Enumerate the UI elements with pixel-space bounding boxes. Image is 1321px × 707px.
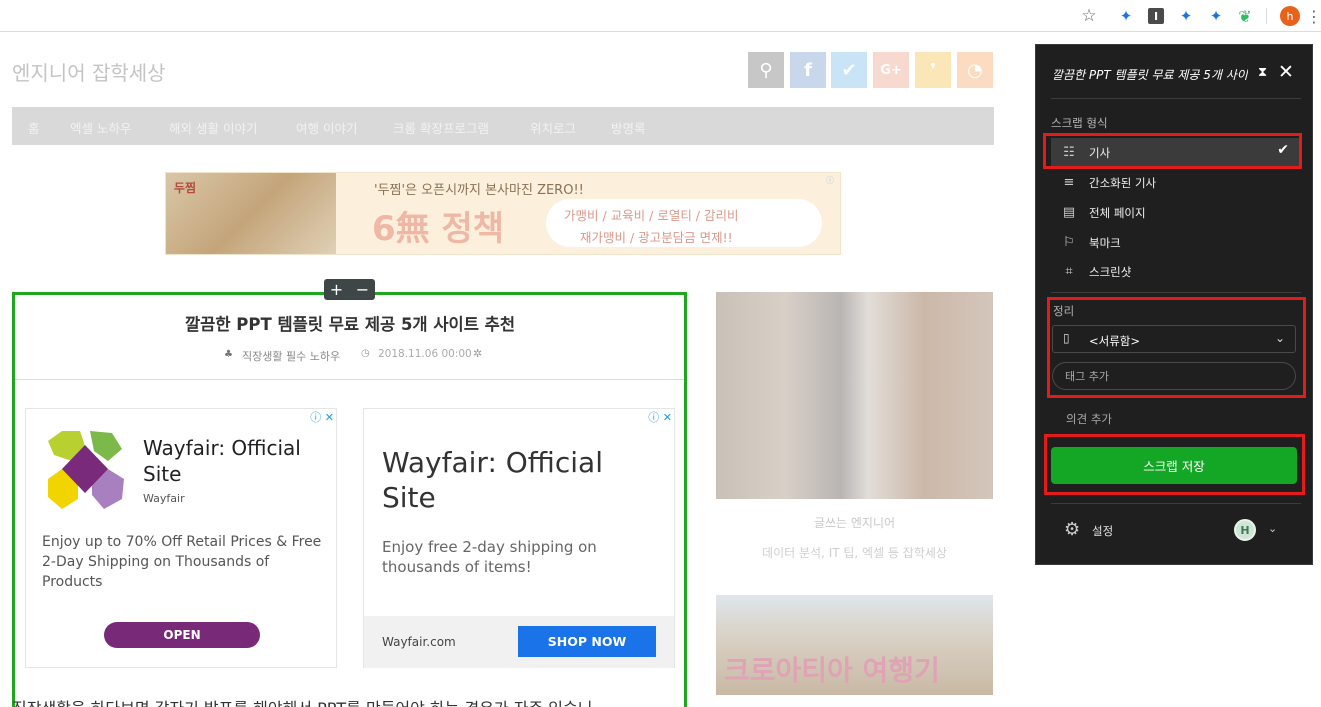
wayfair-ad-right[interactable]: ⓘ ✕ Wayfair: Official Site Enjoy free 2-… — [363, 408, 675, 668]
hourglass-icon: ⧗ — [1258, 65, 1268, 80]
ad-right-title[interactable]: Wayfair: Official Site — [382, 445, 652, 515]
post-category[interactable]: 직장생활 필수 노하우 — [242, 348, 340, 364]
menu-kebab-icon[interactable]: ⋮ — [1305, 7, 1321, 26]
browser-toolbar: ☆ ✦ I ✦ ✦ ❦ h ⋮ — [0, 0, 1321, 32]
highlight-organize-section — [1047, 297, 1306, 398]
post-date: 2018.11.06 00:00 — [378, 348, 472, 360]
rss-icon[interactable]: ◔ — [957, 52, 993, 88]
twitter-icon[interactable]: ✔ — [831, 52, 867, 88]
evernote-extension-icon[interactable]: ❦ — [1236, 7, 1254, 26]
ad-open-button[interactable]: OPEN — [104, 622, 260, 648]
blog-title[interactable]: 엔지니어 잡학세상 — [12, 57, 166, 86]
gear-icon[interactable]: ✲ — [473, 347, 482, 360]
shop-now-button[interactable]: SHOP NOW — [518, 626, 656, 657]
sidebar-description: 데이터 분석, IT 팁, 엑셀 등 잡학세상 — [762, 546, 947, 560]
close-icon[interactable]: ✕ — [1278, 61, 1294, 83]
category-icon: ♣ — [224, 349, 233, 360]
format-label: 간소화된 기사 — [1089, 176, 1157, 190]
search-icon[interactable]: ⚲ — [748, 52, 784, 88]
full-page-icon: ▤ — [1062, 204, 1076, 220]
adchoices-icon[interactable]: ⓘ ✕ — [648, 409, 672, 425]
ad-left-title[interactable]: Wayfair: Official Site — [143, 435, 323, 487]
banner-headline: '두찜'은 오픈시까지 본사마진 ZERO!! — [374, 183, 584, 198]
sidebar-travel-title[interactable]: 크로아티아 여행기 — [724, 649, 940, 689]
banner-pill-line1: 가맹비 / 교육비 / 로열티 / 감리비 — [564, 208, 739, 223]
ad-right-url[interactable]: Wayfair.com — [382, 635, 456, 649]
banner-logo: 두찜 — [174, 181, 197, 195]
chevron-down-icon[interactable]: ⌄ — [1268, 522, 1277, 535]
google-plus-icon[interactable]: G+ — [873, 52, 909, 88]
extension-puzzle-icon[interactable]: ✦ — [1177, 7, 1195, 25]
bookmark-star-icon[interactable]: ☆ — [1080, 6, 1098, 26]
ad-left-brand: Wayfair — [143, 492, 185, 505]
nav-item-overseas-life[interactable]: 해외 생활 이야기 — [169, 118, 257, 137]
banner-ad[interactable]: 두찜 '두찜'은 오픈시까지 본사마진 ZERO!! 6無 정책 가맹비 / 교… — [165, 172, 841, 255]
post-body-text: 직장생활을 하다보면 갑자기 발표를 해야해서 PPT를 만들어야 하는 경우가… — [12, 695, 592, 707]
clip-zoom-control: + − — [324, 279, 375, 300]
blog-nav: 홈 엑셀 노하우 해외 생활 이야기 여행 이야기 크롬 확장프로그램 위치로그… — [12, 107, 994, 145]
sidebar-profile-photo — [716, 292, 993, 499]
format-label: 스크린샷 — [1089, 265, 1132, 279]
wayfair-logo-icon — [48, 431, 124, 509]
ad-info-icon[interactable]: ⓘ — [826, 175, 836, 185]
divider — [1051, 292, 1301, 293]
nav-item-travel[interactable]: 여행 이야기 — [296, 118, 357, 137]
format-option-simplified[interactable]: ≡ 간소화된 기사 — [1051, 168, 1299, 196]
ad-right-footer: Wayfair.com SHOP NOW — [364, 616, 674, 668]
browser-window: ☆ ✦ I ✦ ✦ ❦ h ⋮ 엔지니어 잡학세상 ⚲ f ✔ G+ ❜ ◔ 홈… — [0, 0, 1321, 707]
banner-big-text: 6無 정책 — [372, 209, 505, 249]
add-comment[interactable]: 의견 추가 — [1066, 411, 1112, 427]
nav-item-home[interactable]: 홈 — [28, 118, 40, 137]
adchoices-icon[interactable]: ⓘ ✕ — [310, 409, 334, 425]
profile-avatar[interactable]: h — [1280, 6, 1300, 26]
nav-item-guestbook[interactable]: 방명록 — [611, 118, 646, 137]
facebook-icon[interactable]: f — [790, 52, 826, 88]
zoom-in-button[interactable]: + — [324, 279, 349, 300]
ad-right-description: Enjoy free 2-day shipping on thousands o… — [382, 538, 597, 576]
format-option-screenshot[interactable]: ⌗ 스크린샷 — [1051, 257, 1299, 285]
format-option-bookmark[interactable]: ⚐ 북마크 — [1051, 228, 1299, 256]
toolbar-divider — [1266, 8, 1267, 24]
highlight-article-option — [1043, 133, 1302, 169]
ad-left-description: Enjoy up to 70% Off Retail Prices & Free… — [42, 534, 322, 590]
clip-format-label: 스크랩 형식 — [1051, 116, 1108, 130]
clock-icon: ◷ — [361, 348, 370, 359]
format-option-full-page[interactable]: ▤ 전체 페이지 — [1051, 198, 1299, 226]
settings-link[interactable]: 설정 — [1092, 523, 1113, 539]
post-title: 깔끔한 PPT 템플릿 무료 제공 5개 사이트 추천 — [184, 315, 515, 334]
kakao-icon[interactable]: ❜ — [915, 52, 951, 88]
bookmark-icon: ⚐ — [1063, 234, 1075, 250]
account-avatar[interactable]: H — [1234, 519, 1256, 541]
nav-item-location-log[interactable]: 위치로그 — [530, 118, 576, 137]
gear-icon[interactable]: ⚙ — [1064, 519, 1080, 540]
wayfair-ad-left[interactable]: ⓘ ✕ Wayfair: Official Site Wayfair Enjoy… — [25, 408, 337, 668]
extension-i-icon[interactable]: I — [1148, 8, 1164, 24]
clip-title[interactable]: 깔끔한 PPT 템플릿 무료 제공 5개 사이트 추천 — [1052, 66, 1248, 83]
extension-puzzle-icon[interactable]: ✦ — [1207, 7, 1225, 25]
simplified-article-icon: ≡ — [1063, 174, 1075, 190]
divider — [1051, 503, 1301, 504]
divider — [1051, 98, 1301, 99]
post-divider — [15, 379, 684, 380]
zoom-out-button[interactable]: − — [350, 279, 375, 300]
format-label: 북마크 — [1089, 236, 1121, 250]
extension-puzzle-icon[interactable]: ✦ — [1117, 7, 1135, 25]
nav-item-chrome-extensions[interactable]: 크롬 확장프로그램 — [393, 118, 489, 137]
banner-pill-line2: 재가맹비 / 광고분담금 면제!! — [580, 230, 733, 245]
nav-item-excel[interactable]: 엑셀 노하우 — [70, 118, 131, 137]
screenshot-icon: ⌗ — [1065, 263, 1073, 279]
highlight-save-button — [1044, 434, 1305, 495]
sidebar-author: 글쓰는 엔지니어 — [813, 516, 896, 530]
format-label: 전체 페이지 — [1089, 206, 1146, 220]
